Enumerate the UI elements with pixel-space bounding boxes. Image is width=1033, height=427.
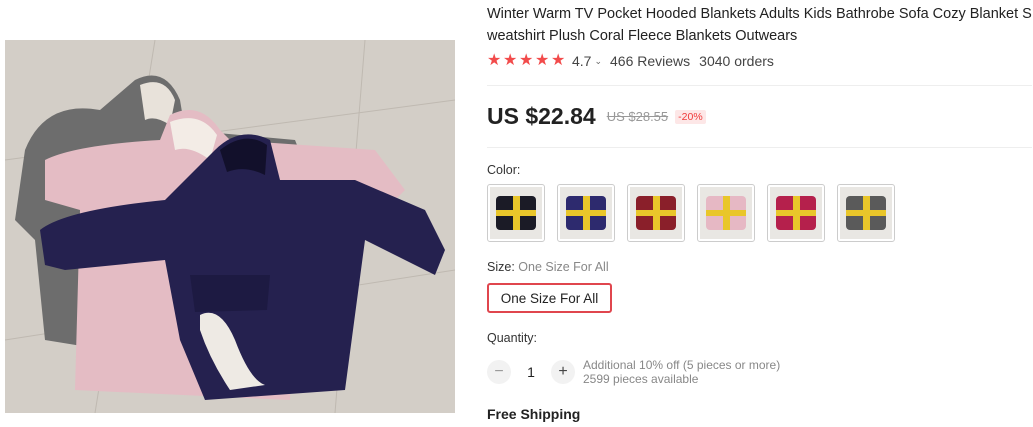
quantity-label: Quantity: (487, 331, 538, 345)
star-icon: ★ (503, 52, 518, 69)
size-selected-value: One Size For All (518, 260, 609, 274)
color-swatch-grey[interactable] (837, 184, 895, 242)
decrease-quantity-button[interactable]: − (487, 360, 511, 384)
original-price: US $28.55 (606, 109, 669, 124)
stock-available-text: 2599 pieces available (583, 372, 699, 386)
orders-count: 3040 orders (699, 53, 774, 69)
star-icon: ★ (551, 52, 566, 69)
bulk-offer-text: Additional 10% off (5 pieces or more) (583, 358, 781, 372)
quantity-input[interactable]: 1 (511, 364, 551, 380)
folded-blanket-thumbnail (490, 187, 542, 239)
size-option-one-size[interactable]: One Size For All (487, 283, 612, 313)
chevron-down-icon[interactable]: ⌄ (594, 56, 602, 67)
divider (487, 85, 1032, 86)
folded-blanket-thumbnail (770, 187, 822, 239)
star-rating: ★ ★ ★ ★ ★ (487, 52, 566, 69)
star-icon: ★ (487, 52, 502, 69)
star-icon: ★ (535, 52, 550, 69)
color-swatch-rose-red[interactable] (767, 184, 825, 242)
current-price: US $22.84 (487, 103, 596, 129)
color-swatch-black[interactable] (487, 184, 545, 242)
star-icon: ★ (519, 52, 534, 69)
increase-quantity-button[interactable]: + (551, 360, 575, 384)
color-label: Color: (487, 163, 521, 177)
folded-blanket-thumbnail (700, 187, 752, 239)
color-swatch-burgundy[interactable] (627, 184, 685, 242)
quantity-stepper: − 1 + Additional 10% off (5 pieces or mo… (487, 358, 780, 386)
rating-row: ★ ★ ★ ★ ★ 4.7 ⌄ 466 Reviews 3040 orders (487, 52, 774, 70)
reviews-link[interactable]: 466 Reviews (610, 53, 690, 69)
divider (487, 147, 1032, 148)
quantity-note: Additional 10% off (5 pieces or more) 25… (583, 358, 780, 386)
folded-blanket-thumbnail (840, 187, 892, 239)
product-title: Winter Warm TV Pocket Hooded Blankets Ad… (487, 6, 1032, 44)
color-swatches (487, 184, 895, 242)
color-swatch-navy[interactable] (557, 184, 615, 242)
product-main-image[interactable] (5, 40, 455, 413)
size-label: Size: (487, 260, 515, 274)
rating-value[interactable]: 4.7 (572, 53, 591, 69)
folded-blanket-thumbnail (560, 187, 612, 239)
size-label-row: Size: One Size For All (487, 260, 609, 274)
free-shipping-label: Free Shipping (487, 406, 581, 422)
hoodie-blanket-photo (5, 40, 455, 413)
discount-badge: -20% (675, 109, 706, 124)
folded-blanket-thumbnail (630, 187, 682, 239)
price-row: US $22.84 US $28.55 -20% (487, 103, 706, 130)
color-swatch-pink[interactable] (697, 184, 755, 242)
